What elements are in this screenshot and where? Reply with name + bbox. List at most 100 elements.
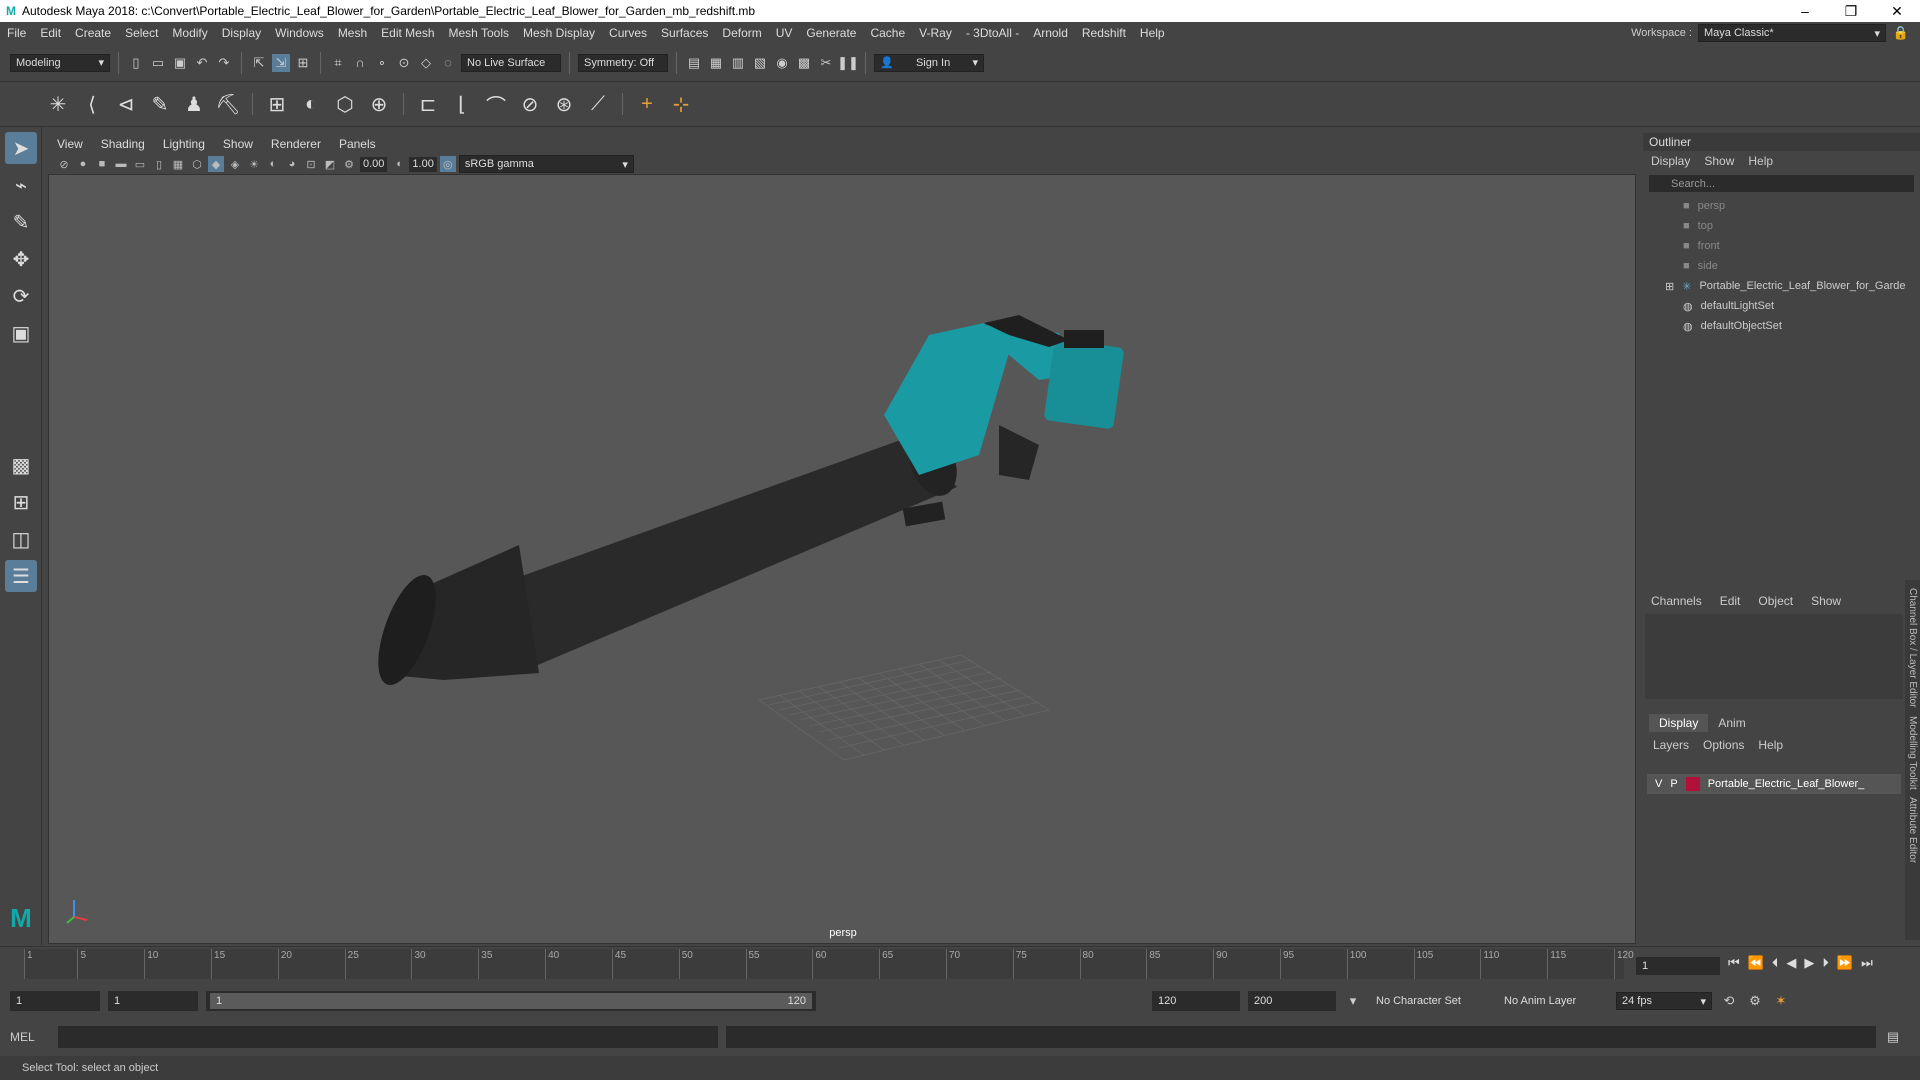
shelf-bridge-icon[interactable]: ⌒	[482, 90, 510, 118]
outliner-item-front[interactable]: ■ front	[1643, 236, 1920, 256]
menu-create[interactable]: Create	[68, 26, 118, 40]
vp-menu-show[interactable]: Show	[214, 137, 262, 151]
vp-menu-renderer[interactable]: Renderer	[262, 137, 330, 151]
channel-menu-show[interactable]: Show	[1811, 594, 1841, 608]
grid-toggle-icon[interactable]: ▦	[170, 156, 186, 172]
layer-menu-help[interactable]: Help	[1758, 738, 1783, 752]
shadows-icon[interactable]: ◐	[265, 156, 281, 172]
snap-view-icon[interactable]: ⊙	[395, 54, 413, 72]
snap-surface-icon[interactable]: ◇	[417, 54, 435, 72]
chevron-down-icon[interactable]: ▾	[1344, 992, 1362, 1010]
symmetry-dropdown[interactable]: Symmetry: Off	[578, 53, 668, 72]
exposure-field[interactable]: 0.00	[360, 156, 388, 172]
redo-icon[interactable]: ↷	[215, 54, 233, 72]
live-surface-field[interactable]: No Live Surface	[461, 53, 561, 72]
workspace-dropdown[interactable]: Maya Classic* ▾	[1698, 24, 1886, 42]
go-to-end-icon[interactable]: ⏭	[1861, 955, 1873, 971]
snap-curve-icon[interactable]: ∩	[351, 54, 369, 72]
loop-icon[interactable]: ⟲	[1720, 992, 1738, 1010]
gamma-icon[interactable]: ◖	[390, 156, 406, 172]
outliner-item-default-object-set[interactable]: ◍ defaultObjectSet	[1643, 316, 1920, 336]
single-view-icon[interactable]: ▩	[5, 449, 37, 481]
menu-windows[interactable]: Windows	[268, 26, 331, 40]
select-tool-icon[interactable]: ➤	[5, 132, 37, 164]
perspective-viewport[interactable]: persp	[48, 174, 1636, 944]
menu-modify[interactable]: Modify	[165, 26, 214, 40]
lasso-tool-icon[interactable]: ⌁	[5, 169, 37, 201]
select-object-icon[interactable]: ⇲	[272, 53, 290, 72]
resolution-gate-icon[interactable]: ▯	[151, 156, 167, 172]
maximize-button[interactable]: ❐	[1828, 3, 1874, 20]
shelf-extrude-icon[interactable]: ⊏	[414, 90, 442, 118]
menu-mesh-display[interactable]: Mesh Display	[516, 26, 602, 40]
hypershade-icon[interactable]: ◉	[773, 54, 791, 72]
channel-menu-edit[interactable]: Edit	[1720, 594, 1741, 608]
shelf-star-icon[interactable]: ✳	[44, 90, 72, 118]
select-component-icon[interactable]: ⊞	[294, 54, 312, 72]
shelf-edgeloop-icon[interactable]: ⊛	[550, 90, 578, 118]
shelf-curve-ep-icon[interactable]: ⊲	[112, 90, 140, 118]
textured-icon[interactable]: ◈	[227, 156, 243, 172]
lock-icon[interactable]: 🔒	[1892, 24, 1910, 42]
color-management-icon[interactable]: ◎	[439, 156, 456, 172]
menu-generate[interactable]: Generate	[799, 26, 863, 40]
expand-icon[interactable]: ⊞	[1665, 280, 1674, 293]
isolate-select-icon[interactable]: ⊡	[303, 156, 319, 172]
shelf-skeleton-icon[interactable]: ♟	[180, 90, 208, 118]
close-button[interactable]: ✕	[1874, 3, 1920, 20]
vp-menu-panels[interactable]: Panels	[330, 137, 385, 151]
color-space-dropdown[interactable]: sRGB gamma ▾	[458, 155, 634, 173]
shelf-joint-icon[interactable]: ⛏	[214, 90, 242, 118]
mode-dropdown[interactable]: Modeling ▾	[10, 53, 110, 72]
shelf-pencil-icon[interactable]: ✎	[146, 90, 174, 118]
menu-edit[interactable]: Edit	[33, 26, 68, 40]
anim-start-field[interactable]: 1	[108, 991, 198, 1011]
command-input[interactable]	[58, 1026, 718, 1048]
go-to-start-icon[interactable]: ⏮	[1728, 955, 1740, 971]
layer-menu-options[interactable]: Options	[1703, 738, 1744, 752]
side-tab-attribute-editor[interactable]: Attribute Editor	[1907, 797, 1918, 863]
auto-key-icon[interactable]: ⚙	[1746, 992, 1764, 1010]
menu-redshift[interactable]: Redshift	[1075, 26, 1133, 40]
render-sequence-icon[interactable]: ✂	[817, 54, 835, 72]
leaf-blower-model[interactable]	[366, 315, 1124, 692]
two-view-icon[interactable]: ◫	[5, 523, 37, 555]
minimize-button[interactable]: –	[1782, 3, 1828, 19]
layer-visibility-toggle[interactable]: V	[1655, 778, 1662, 790]
snap-grid-icon[interactable]: ⌗	[329, 54, 347, 72]
current-frame-field[interactable]: 1	[1636, 957, 1720, 975]
shelf-pivot-edit-icon[interactable]: ⊹	[667, 90, 695, 118]
side-tab-modelling-toolkit[interactable]: Modelling Toolkit	[1907, 716, 1918, 790]
outliner-item-side[interactable]: ■ side	[1643, 256, 1920, 276]
start-time-field[interactable]: 1	[10, 991, 100, 1011]
shelf-pivot-icon[interactable]: +	[633, 90, 661, 118]
menu-mesh-tools[interactable]: Mesh Tools	[442, 26, 516, 40]
select-hierarchy-icon[interactable]: ⇱	[250, 54, 268, 72]
anim-layer-dropdown[interactable]: No Anim Layer	[1498, 991, 1608, 1011]
menu-cache[interactable]: Cache	[863, 26, 912, 40]
ambient-occlusion-icon[interactable]: ◕	[284, 156, 300, 172]
step-forward-frame-icon[interactable]: ⏵	[1822, 955, 1829, 971]
undo-icon[interactable]: ↶	[193, 54, 211, 72]
menu-3dtoall[interactable]: - 3DtoAll -	[959, 26, 1026, 40]
step-back-key-icon[interactable]: ⏪	[1748, 955, 1764, 971]
layer-row[interactable]: V P Portable_Electric_Leaf_Blower_	[1647, 774, 1901, 794]
rotate-tool-icon[interactable]: ⟳	[5, 280, 37, 312]
new-scene-icon[interactable]: ▯	[127, 54, 145, 72]
layer-color-swatch[interactable]	[1685, 777, 1700, 791]
pause-icon[interactable]: ❚❚	[837, 54, 859, 72]
snap-projected-icon[interactable]: ◌	[439, 54, 457, 72]
menu-mesh[interactable]: Mesh	[331, 26, 374, 40]
outliner-item-default-light-set[interactable]: ◍ defaultLightSet	[1643, 296, 1920, 316]
outliner-item-persp[interactable]: ■ persp	[1643, 196, 1920, 216]
shelf-torus-icon[interactable]: ⊕	[365, 90, 393, 118]
end-time-field[interactable]: 120	[1152, 991, 1240, 1011]
lights-icon[interactable]: ☀	[246, 156, 262, 172]
play-backward-icon[interactable]: ◀	[1786, 955, 1796, 971]
redshift-render-icon[interactable]: ▩	[795, 54, 813, 72]
xray-icon[interactable]: ◩	[322, 156, 338, 172]
shelf-cylinder-icon[interactable]: ⬡	[331, 90, 359, 118]
script-editor-icon[interactable]: ▤	[1884, 1028, 1902, 1046]
step-back-frame-icon[interactable]: ⏴	[1772, 955, 1779, 971]
image-plane-icon[interactable]: ▬	[113, 156, 129, 172]
